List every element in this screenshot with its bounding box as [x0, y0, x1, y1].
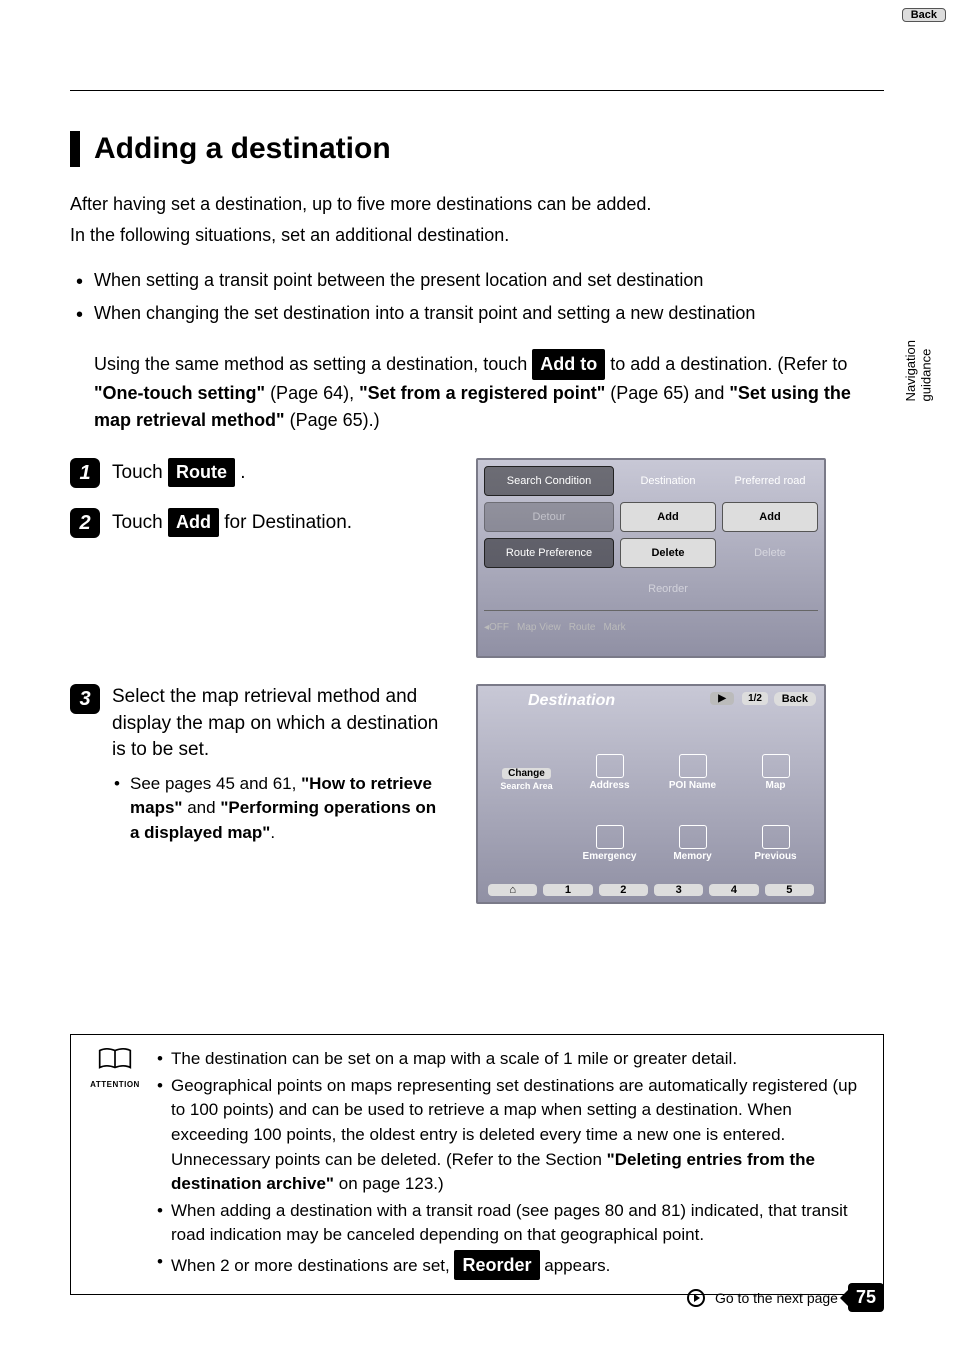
situation-item: When changing the set destination into a…	[70, 300, 884, 327]
heading-bar	[70, 131, 80, 167]
attention-box: ATTENTION The destination can be set on …	[70, 1034, 884, 1295]
steps-1-2-row: 1 Touch Route . 2 Touch Add for Destinat…	[70, 458, 884, 658]
destination-label: Destination	[620, 466, 716, 496]
emergency-icon	[596, 825, 624, 849]
step-number-icon: 1	[70, 458, 100, 488]
manual-page: Adding a destination After having set a …	[0, 0, 954, 1335]
back-button[interactable]: Back	[774, 692, 816, 706]
add-to-button[interactable]: Add to	[532, 349, 605, 380]
detour-button[interactable]: Detour	[484, 502, 614, 532]
poi-name-button[interactable]: POI Name	[669, 780, 716, 791]
intro-line-2: In the following situations, set an addi…	[70, 222, 884, 249]
poi-icon	[679, 754, 707, 778]
text: (Page 65) and	[605, 383, 729, 403]
method-paragraph: Using the same method as setting a desti…	[94, 349, 884, 434]
route-menu-screenshot: Search Condition Destination Preferred r…	[476, 458, 826, 658]
mark-tab[interactable]: Mark	[603, 622, 625, 633]
route-button[interactable]: Route	[168, 458, 235, 487]
text: and	[187, 798, 220, 817]
memory-button[interactable]: Memory	[673, 851, 711, 862]
next-page-icon	[687, 1289, 705, 1307]
situation-item: When setting a transit point between the…	[70, 267, 884, 294]
ref-one-touch: "One-touch setting"	[94, 383, 265, 403]
text: to add a destination. (Refer to	[610, 354, 847, 374]
text: .	[270, 823, 275, 842]
search-condition-button[interactable]: Search Condition	[484, 466, 614, 496]
text: Touch	[112, 462, 168, 483]
attention-label: ATTENTION	[87, 1080, 143, 1089]
heading-text: Adding a destination	[94, 132, 391, 166]
attention-item: The destination can be set on a map with…	[157, 1047, 867, 1072]
step-number-icon: 3	[70, 684, 100, 714]
step-3-note: See pages 45 and 61, "How to retrieve ma…	[112, 772, 450, 846]
route-preference-button[interactable]: Route Preference	[484, 538, 614, 568]
step-3: 3 Select the map retrieval method and di…	[70, 684, 450, 846]
section-heading: Adding a destination	[70, 131, 884, 167]
map-icon	[762, 754, 790, 778]
page-next-icon[interactable]: ▶	[710, 692, 734, 705]
preferred-road-label: Preferred road	[722, 466, 818, 496]
preset-1[interactable]: 1	[543, 884, 592, 896]
preset-4[interactable]: 4	[709, 884, 758, 896]
map-button[interactable]: Map	[766, 780, 786, 791]
text: .	[240, 462, 245, 483]
step-2: 2 Touch Add for Destination.	[70, 508, 450, 538]
preset-2[interactable]: 2	[599, 884, 648, 896]
text: (Page 64),	[265, 383, 359, 403]
top-rule	[70, 90, 884, 91]
text: Select the map retrieval method and disp…	[112, 686, 438, 760]
memory-icon	[679, 825, 707, 849]
chapter-tab-line: guidance	[918, 340, 934, 401]
ref-registered-point: "Set from a registered point"	[359, 383, 605, 403]
change-button[interactable]: Change	[502, 768, 551, 779]
intro-block: After having set a destination, up to fi…	[70, 191, 884, 249]
route-tab[interactable]: Route	[569, 622, 596, 633]
intro-line-1: After having set a destination, up to fi…	[70, 191, 884, 218]
text: for Destination.	[224, 512, 352, 533]
previous-button[interactable]: Previous	[754, 851, 796, 862]
destination-add-button[interactable]: Add	[620, 502, 716, 532]
attention-item: When adding a destination with a transit…	[157, 1199, 867, 1248]
text: See pages 45 and 61,	[130, 774, 301, 793]
page-footer: Go to the next page 75	[687, 1283, 884, 1312]
reorder-button[interactable]: Reorder	[620, 574, 716, 604]
off-toggle[interactable]: ◂OFF	[484, 622, 509, 633]
attention-icon: ATTENTION	[87, 1047, 143, 1282]
step-1: 1 Touch Route .	[70, 458, 450, 488]
reorder-button[interactable]: Reorder	[454, 1250, 539, 1280]
chapter-tab-line: Navigation	[903, 340, 919, 401]
home-icon[interactable]: ⌂	[488, 884, 537, 896]
address-button[interactable]: Address	[589, 780, 629, 791]
preferred-road-add-button[interactable]: Add	[722, 502, 818, 532]
destination-delete-button[interactable]: Delete	[620, 538, 716, 568]
text: on page 123.)	[339, 1174, 444, 1193]
previous-icon	[762, 825, 790, 849]
map-view-tab[interactable]: Map View	[517, 622, 561, 633]
preset-5[interactable]: 5	[765, 884, 814, 896]
preset-3[interactable]: 3	[654, 884, 703, 896]
destination-title: Destination	[528, 692, 615, 710]
situation-list: When setting a transit point between the…	[70, 267, 884, 327]
search-area-label: Search Area	[500, 781, 552, 791]
text: Using the same method as setting a desti…	[94, 354, 532, 374]
page-number: 75	[848, 1283, 884, 1312]
next-page-text: Go to the next page	[715, 1290, 838, 1306]
text: (Page 65).)	[285, 410, 380, 430]
add-button[interactable]: Add	[168, 508, 219, 537]
emergency-button[interactable]: Emergency	[583, 851, 637, 862]
text: Touch	[112, 512, 168, 533]
attention-item: Geographical points on maps representing…	[157, 1074, 867, 1197]
page-indicator: 1/2	[742, 692, 768, 705]
address-icon	[596, 754, 624, 778]
chapter-tab: Navigation guidance	[903, 340, 934, 401]
step-number-icon: 2	[70, 508, 100, 538]
text: appears.	[544, 1256, 610, 1275]
attention-item: When 2 or more destinations are set, Reo…	[157, 1250, 867, 1280]
destination-menu-screenshot: Destination ▶ 1/2 Back Change Search Area…	[476, 684, 826, 904]
preferred-road-delete-button[interactable]: Delete	[722, 538, 818, 568]
step-3-row: 3 Select the map retrieval method and di…	[70, 684, 884, 904]
text: When 2 or more destinations are set,	[171, 1256, 454, 1275]
